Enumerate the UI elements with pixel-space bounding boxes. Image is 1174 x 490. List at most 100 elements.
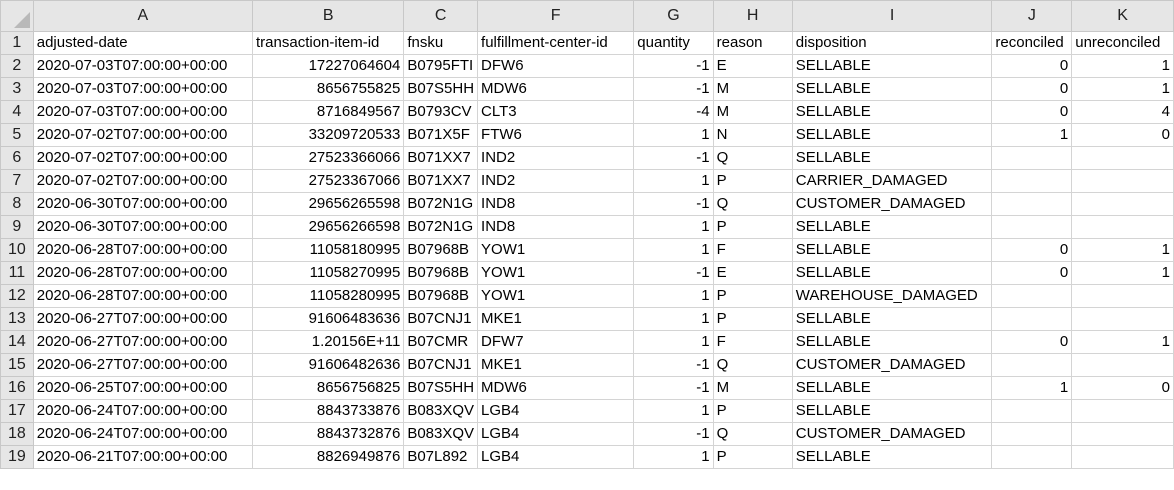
row-header[interactable]: 10 xyxy=(0,238,34,262)
reconciled-cell[interactable] xyxy=(991,353,1073,377)
field-header-cell[interactable]: fulfillment-center-id xyxy=(477,31,635,55)
disposition-cell[interactable]: CUSTOMER_DAMAGED xyxy=(791,353,993,377)
fulfillment-center-cell[interactable]: IND8 xyxy=(477,215,635,239)
transaction-item-id-cell[interactable]: 29656265598 xyxy=(252,192,405,216)
adjusted-date-cell[interactable]: 2020-07-03T07:00:00+00:00 xyxy=(32,100,254,124)
field-header-cell[interactable]: reconciled xyxy=(991,31,1073,55)
transaction-item-id-cell[interactable]: 11058180995 xyxy=(252,238,405,262)
transaction-item-id-cell[interactable]: 17227064604 xyxy=(252,54,405,78)
fulfillment-center-cell[interactable]: MKE1 xyxy=(477,307,635,331)
unreconciled-cell[interactable] xyxy=(1071,399,1174,423)
transaction-item-id-cell[interactable]: 27523366066 xyxy=(252,146,405,170)
reason-cell[interactable]: Q xyxy=(712,353,793,377)
reason-cell[interactable]: P xyxy=(712,445,793,469)
quantity-cell[interactable]: -1 xyxy=(633,54,714,78)
transaction-item-id-cell[interactable]: 8843733876 xyxy=(252,399,405,423)
adjusted-date-cell[interactable]: 2020-06-24T07:00:00+00:00 xyxy=(32,399,254,423)
quantity-cell[interactable]: 1 xyxy=(633,399,714,423)
fnsku-cell[interactable]: B07968B xyxy=(403,261,479,285)
disposition-cell[interactable]: SELLABLE xyxy=(791,77,993,101)
disposition-cell[interactable]: SELLABLE xyxy=(791,54,993,78)
quantity-cell[interactable]: -1 xyxy=(633,261,714,285)
fnsku-cell[interactable]: B07S5HH xyxy=(403,376,479,400)
row-header[interactable]: 12 xyxy=(0,284,34,308)
transaction-item-id-cell[interactable]: 91606482636 xyxy=(252,353,405,377)
transaction-item-id-cell[interactable]: 8656756825 xyxy=(252,376,405,400)
unreconciled-cell[interactable] xyxy=(1071,192,1174,216)
quantity-cell[interactable]: -1 xyxy=(633,192,714,216)
reconciled-cell[interactable] xyxy=(991,192,1073,216)
fnsku-cell[interactable]: B07CNJ1 xyxy=(403,353,479,377)
fnsku-cell[interactable]: B083XQV xyxy=(403,399,479,423)
reason-cell[interactable]: P xyxy=(712,399,793,423)
field-header-cell[interactable]: quantity xyxy=(633,31,714,55)
fulfillment-center-cell[interactable]: LGB4 xyxy=(477,445,635,469)
adjusted-date-cell[interactable]: 2020-07-03T07:00:00+00:00 xyxy=(32,54,254,78)
fulfillment-center-cell[interactable]: DFW6 xyxy=(477,54,635,78)
reason-cell[interactable]: M xyxy=(712,376,793,400)
fulfillment-center-cell[interactable]: YOW1 xyxy=(477,261,635,285)
disposition-cell[interactable]: WAREHOUSE_DAMAGED xyxy=(791,284,993,308)
unreconciled-cell[interactable]: 0 xyxy=(1071,123,1174,147)
quantity-cell[interactable]: 1 xyxy=(633,238,714,262)
disposition-cell[interactable]: SELLABLE xyxy=(791,376,993,400)
adjusted-date-cell[interactable]: 2020-06-24T07:00:00+00:00 xyxy=(32,422,254,446)
reason-cell[interactable]: E xyxy=(712,261,793,285)
fnsku-cell[interactable]: B07L892 xyxy=(403,445,479,469)
reconciled-cell[interactable] xyxy=(991,445,1073,469)
quantity-cell[interactable]: -1 xyxy=(633,422,714,446)
fnsku-cell[interactable]: B0795FTI xyxy=(403,54,479,78)
adjusted-date-cell[interactable]: 2020-06-30T07:00:00+00:00 xyxy=(32,215,254,239)
disposition-cell[interactable]: SELLABLE xyxy=(791,307,993,331)
quantity-cell[interactable]: 1 xyxy=(633,123,714,147)
disposition-cell[interactable]: SELLABLE xyxy=(791,330,993,354)
transaction-item-id-cell[interactable]: 33209720533 xyxy=(252,123,405,147)
column-header[interactable]: I xyxy=(791,0,993,32)
transaction-item-id-cell[interactable]: 27523367066 xyxy=(252,169,405,193)
fulfillment-center-cell[interactable]: FTW6 xyxy=(477,123,635,147)
row-header[interactable]: 13 xyxy=(0,307,34,331)
fnsku-cell[interactable]: B071XX7 xyxy=(403,146,479,170)
fulfillment-center-cell[interactable]: DFW7 xyxy=(477,330,635,354)
unreconciled-cell[interactable] xyxy=(1071,445,1174,469)
fnsku-cell[interactable]: B07968B xyxy=(403,284,479,308)
column-header[interactable]: C xyxy=(403,0,479,32)
fulfillment-center-cell[interactable]: MDW6 xyxy=(477,376,635,400)
transaction-item-id-cell[interactable]: 11058280995 xyxy=(252,284,405,308)
row-header[interactable]: 17 xyxy=(0,399,34,423)
reconciled-cell[interactable] xyxy=(991,146,1073,170)
reason-cell[interactable]: Q xyxy=(712,192,793,216)
quantity-cell[interactable]: -1 xyxy=(633,353,714,377)
transaction-item-id-cell[interactable]: 8656755825 xyxy=(252,77,405,101)
reason-cell[interactable]: P xyxy=(712,284,793,308)
fnsku-cell[interactable]: B072N1G xyxy=(403,215,479,239)
row-header[interactable]: 3 xyxy=(0,77,34,101)
adjusted-date-cell[interactable]: 2020-07-02T07:00:00+00:00 xyxy=(32,146,254,170)
disposition-cell[interactable]: CARRIER_DAMAGED xyxy=(791,169,993,193)
row-header[interactable]: 16 xyxy=(0,376,34,400)
select-all-corner[interactable] xyxy=(0,0,34,32)
fulfillment-center-cell[interactable]: IND2 xyxy=(477,169,635,193)
adjusted-date-cell[interactable]: 2020-07-02T07:00:00+00:00 xyxy=(32,169,254,193)
quantity-cell[interactable]: 1 xyxy=(633,169,714,193)
reconciled-cell[interactable]: 0 xyxy=(991,261,1073,285)
reconciled-cell[interactable] xyxy=(991,399,1073,423)
transaction-item-id-cell[interactable]: 8826949876 xyxy=(252,445,405,469)
reason-cell[interactable]: P xyxy=(712,169,793,193)
reconciled-cell[interactable]: 0 xyxy=(991,54,1073,78)
unreconciled-cell[interactable] xyxy=(1071,146,1174,170)
reconciled-cell[interactable]: 1 xyxy=(991,376,1073,400)
fnsku-cell[interactable]: B07968B xyxy=(403,238,479,262)
fulfillment-center-cell[interactable]: YOW1 xyxy=(477,238,635,262)
adjusted-date-cell[interactable]: 2020-06-27T07:00:00+00:00 xyxy=(32,307,254,331)
unreconciled-cell[interactable]: 1 xyxy=(1071,261,1174,285)
quantity-cell[interactable]: 1 xyxy=(633,284,714,308)
disposition-cell[interactable]: SELLABLE xyxy=(791,146,993,170)
reason-cell[interactable]: P xyxy=(712,307,793,331)
fulfillment-center-cell[interactable]: MDW6 xyxy=(477,77,635,101)
adjusted-date-cell[interactable]: 2020-06-28T07:00:00+00:00 xyxy=(32,261,254,285)
unreconciled-cell[interactable]: 0 xyxy=(1071,376,1174,400)
fulfillment-center-cell[interactable]: MKE1 xyxy=(477,353,635,377)
disposition-cell[interactable]: SELLABLE xyxy=(791,445,993,469)
adjusted-date-cell[interactable]: 2020-06-30T07:00:00+00:00 xyxy=(32,192,254,216)
